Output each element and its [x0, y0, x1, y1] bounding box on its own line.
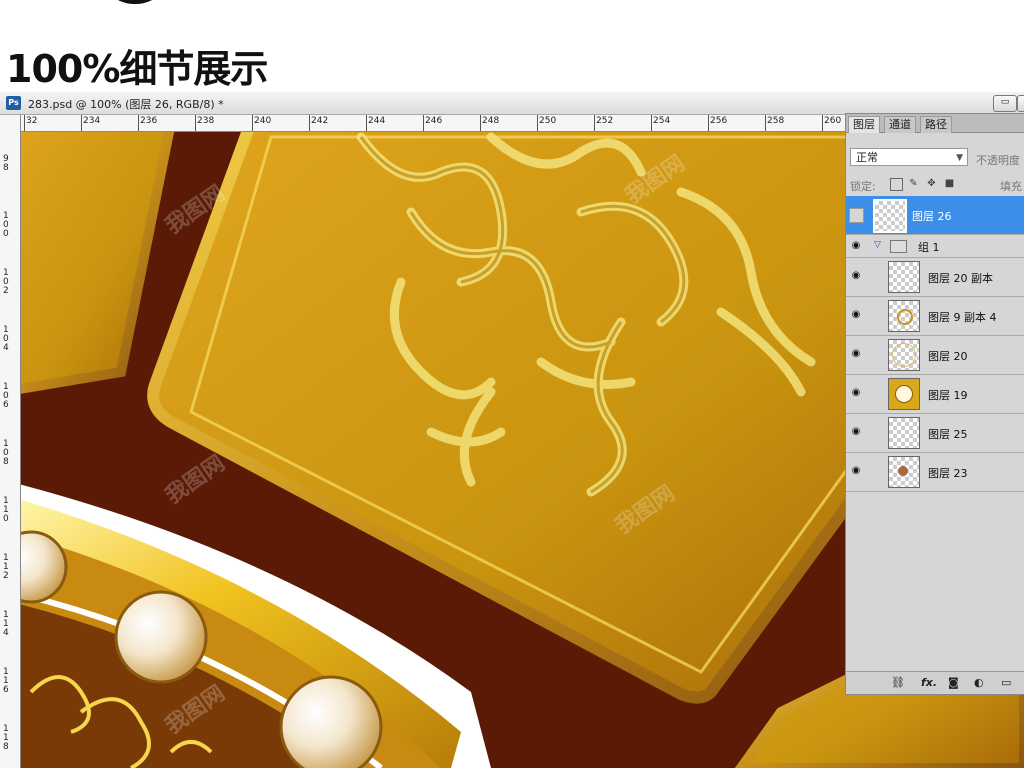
- layer-name: 图层 25: [928, 428, 968, 441]
- opacity-label: 不透明度: [976, 154, 1020, 167]
- eye-icon[interactable]: ◉: [849, 240, 863, 252]
- fx-icon[interactable]: fx.: [921, 676, 937, 689]
- ruler-label: 106: [3, 382, 9, 410]
- tab-channels[interactable]: 通道: [884, 116, 916, 133]
- layer-row[interactable]: ◉ 图层 9 副本 4: [846, 297, 1024, 336]
- ruler-label: 114: [3, 610, 9, 638]
- layer-thumbnail: [888, 300, 920, 332]
- chevron-down-icon: ▼: [956, 153, 963, 163]
- layer-name: 图层 23: [928, 467, 968, 480]
- layer-thumbnail: [888, 339, 920, 371]
- ruler-label: 108: [3, 439, 9, 467]
- expand-triangle-icon[interactable]: ▽: [874, 240, 881, 250]
- ruler-label: 248: [482, 116, 500, 126]
- ruler-label: 246: [425, 116, 443, 126]
- layer-thumbnail: [888, 456, 920, 488]
- ruler-label: 110: [3, 496, 9, 524]
- eye-icon[interactable]: ◉: [849, 309, 863, 321]
- ruler-label: 102: [3, 268, 9, 296]
- visibility-toggle[interactable]: [849, 208, 864, 223]
- eye-icon[interactable]: ◉: [849, 465, 863, 477]
- ruler-label: 252: [596, 116, 614, 126]
- layer-name: 图层 9 副本 4: [928, 311, 997, 324]
- ruler-label: 256: [710, 116, 728, 126]
- adjustment-icon[interactable]: ◐: [974, 676, 984, 689]
- ruler-label: 240: [254, 116, 272, 126]
- ruler-label: 116: [3, 667, 9, 695]
- top-decoration: [100, 0, 170, 4]
- group-row[interactable]: ◉ ▽ 组 1: [846, 235, 1024, 258]
- tab-layers[interactable]: 图层: [848, 116, 880, 133]
- layer-row[interactable]: ◉ 图层 20: [846, 336, 1024, 375]
- tab-paths[interactable]: 路径: [920, 116, 952, 133]
- mask-icon[interactable]: ◙: [948, 676, 959, 689]
- layer-name: 图层 26: [912, 210, 952, 223]
- eye-icon[interactable]: ◉: [849, 426, 863, 438]
- lock-move-icon[interactable]: ✥: [926, 178, 937, 189]
- layer-row[interactable]: ◉ 图层 25: [846, 414, 1024, 453]
- ruler-label: 254: [653, 116, 671, 126]
- lock-row: 锁定: ✎ ✥ ■ 填充: [850, 178, 1024, 193]
- ruler-label: 100: [3, 211, 9, 239]
- ruler-label: 244: [368, 116, 386, 126]
- eye-icon[interactable]: ◉: [849, 387, 863, 399]
- layer-thumbnail: [888, 417, 920, 449]
- page-heading: 100%细节展示: [6, 47, 268, 91]
- ruler-label: 112: [3, 553, 9, 581]
- lock-transparency-icon[interactable]: [890, 178, 903, 191]
- document-title: 283.psd @ 100% (图层 26, RGB/8) *: [28, 98, 224, 111]
- vertical-ruler: 98 100 102 104 106 108 110 112 114 116 118: [0, 115, 21, 768]
- layer-row[interactable]: ◉ 图层 23: [846, 453, 1024, 492]
- restore-button[interactable]: [1017, 95, 1024, 112]
- photoshop-icon: Ps: [6, 96, 21, 110]
- panel-bottom-bar: ⛓ fx. ◙ ◐ ▭: [846, 671, 1024, 694]
- group-name: 组 1: [918, 241, 940, 254]
- ruler-label: 104: [3, 325, 9, 353]
- horizontal-ruler: 32 234 236 238 240 242 244 246 248 250 252 254 256 25…: [20, 115, 850, 132]
- ruler-label: 238: [197, 116, 215, 126]
- layer-thumbnail: [888, 261, 920, 293]
- link-icon[interactable]: ⛓: [891, 676, 905, 689]
- eye-icon[interactable]: ◉: [849, 348, 863, 360]
- ruler-label: 260: [824, 116, 842, 126]
- ruler-label: 234: [83, 116, 101, 126]
- layer-thumbnail: [888, 378, 920, 410]
- lock-label: 锁定:: [850, 180, 876, 193]
- layer-row[interactable]: ◉ 图层 19: [846, 375, 1024, 414]
- ruler-label: 32: [26, 116, 38, 126]
- layer-row[interactable]: 图层 26: [846, 196, 1024, 235]
- blend-mode-select[interactable]: 正常 ▼: [850, 148, 968, 166]
- lock-brush-icon[interactable]: ✎: [908, 178, 919, 189]
- title-bar: Ps 283.psd @ 100% (图层 26, RGB/8) * ▭: [0, 92, 1024, 115]
- panel-tabs: 图层 通道 路径: [846, 114, 1024, 133]
- layer-row[interactable]: ◉ 图层 20 副本: [846, 258, 1024, 297]
- fill-label: 填充: [1000, 180, 1022, 193]
- layer-name: 图层 20 副本: [928, 272, 993, 285]
- blend-mode-value: 正常: [856, 151, 878, 164]
- layers-panel: 图层 通道 路径 正常 ▼ 不透明度 锁定: ✎ ✥ ■ 填充 图层 26 ◉ …: [845, 113, 1024, 695]
- ruler-label: 250: [539, 116, 557, 126]
- layer-thumbnail: [873, 199, 907, 233]
- ruler-label: 236: [140, 116, 158, 126]
- eye-icon[interactable]: ◉: [849, 270, 863, 282]
- layer-name: 图层 19: [928, 389, 968, 402]
- lock-all-icon[interactable]: ■: [944, 178, 955, 189]
- ruler-label: 258: [767, 116, 785, 126]
- ruler-label: 118: [3, 724, 9, 752]
- ruler-label: 242: [311, 116, 329, 126]
- folder-icon: [890, 240, 907, 253]
- minimize-button[interactable]: ▭: [993, 95, 1017, 112]
- layer-name: 图层 20: [928, 350, 968, 363]
- folder-icon[interactable]: ▭: [1001, 676, 1011, 689]
- ruler-label: 98: [3, 154, 9, 173]
